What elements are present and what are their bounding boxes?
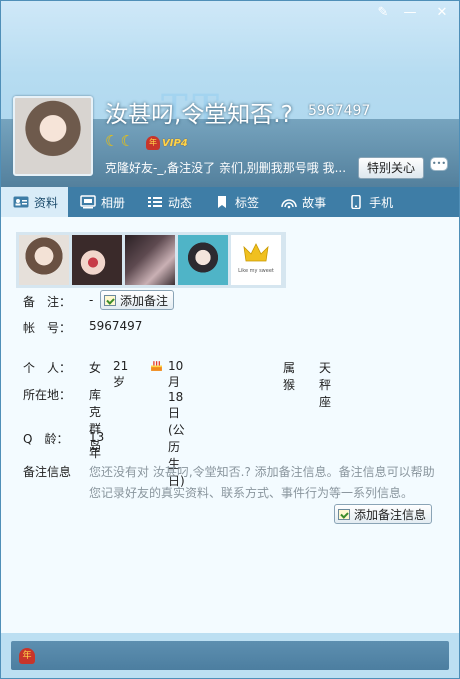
note-label: 备注信息	[23, 465, 72, 479]
personal-label: 个 人：	[23, 361, 72, 375]
qq-number: 5967497	[308, 103, 371, 119]
annual-vip-icon[interactable]: 年	[19, 648, 35, 664]
note-description: 您还没有对 汝甚叼,令堂知否.? 添加备注信息。备注信息可以帮助您记录好友的真实…	[89, 465, 435, 500]
tab-label: 相册	[101, 195, 126, 210]
footer-bar: 年	[11, 641, 449, 670]
bookmark-icon	[218, 196, 227, 208]
tab-bar: 资料 相册 动态 标签 故事 手机	[1, 187, 459, 217]
minimize-icon[interactable]: —	[399, 5, 421, 21]
signal-icon	[281, 199, 297, 209]
zodiac-value: 属猴	[283, 361, 296, 392]
photo-thumbnail[interactable]	[19, 235, 69, 285]
list-icon	[148, 197, 163, 207]
vip-badge[interactable]: 年 VIP4	[146, 135, 188, 151]
tab-label: 标签	[235, 195, 260, 210]
vip-flame-icon: 年	[146, 136, 160, 150]
add-note-info-button[interactable]: 添加备注信息	[334, 504, 433, 524]
special-care-button[interactable]: 特别关心	[358, 157, 424, 179]
qage-row: Q 龄： 13年	[23, 430, 104, 460]
signature: 克隆好友-_,备注没了 亲们,别删我那号哦 我...	[105, 161, 347, 175]
qage-value: 13年	[89, 430, 105, 460]
tab-label: 动态	[168, 195, 193, 210]
photo-strip: Like my sweet	[16, 232, 286, 288]
tab-story[interactable]: 故事	[269, 187, 336, 217]
location-label: 所在地：	[23, 388, 72, 402]
remark-value: -	[89, 293, 94, 307]
avatar[interactable]	[13, 96, 93, 176]
level-moon-icons[interactable]: ☾☾	[105, 132, 136, 150]
edit-note-icon	[338, 508, 350, 520]
tab-album[interactable]: 相册	[68, 187, 135, 217]
profile-card-icon	[13, 196, 29, 208]
account-value: 5967497	[89, 319, 143, 333]
tab-phone[interactable]: 手机	[336, 187, 403, 217]
photo-caption: Like my sweet	[238, 268, 274, 274]
tab-feed[interactable]: 动态	[135, 187, 202, 217]
account-row: 帐 号： 5967497	[23, 319, 142, 336]
edit-note-icon	[104, 294, 116, 306]
profile-header: TT ✎ — ✕ 汝甚叼,令堂知否.? 5967497 ☾☾ 年 VIP4 克隆…	[1, 1, 459, 187]
gender-value: 女	[89, 361, 102, 375]
constellation-value: 天秤座	[319, 361, 332, 409]
add-remark-label: 添加备注	[120, 293, 169, 308]
photo-thumbnail[interactable]	[72, 235, 122, 285]
footer: 年	[1, 633, 459, 678]
nickname: 汝甚叼,令堂知否.?	[105, 102, 293, 128]
add-note-info-label: 添加备注信息	[354, 507, 427, 522]
note-row: 备注信息	[23, 463, 87, 480]
remark-row: 备 注： -	[23, 293, 93, 310]
tab-profile[interactable]: 资料	[1, 187, 69, 217]
crown-icon	[243, 243, 269, 262]
chat-bubble-icon[interactable]: •••	[430, 157, 450, 175]
age-value: 21岁	[113, 359, 129, 389]
skin-icon[interactable]: ✎	[372, 5, 394, 21]
close-icon[interactable]: ✕	[431, 5, 453, 21]
tab-label: 资料	[34, 195, 59, 210]
album-icon	[80, 195, 96, 209]
remark-label: 备 注：	[23, 295, 72, 309]
qage-label: Q 龄：	[23, 432, 69, 446]
profile-content: Like my sweet 备 注： - 添加备注 帐 号： 5967497 个…	[1, 217, 459, 633]
profile-window: TT ✎ — ✕ 汝甚叼,令堂知否.? 5967497 ☾☾ 年 VIP4 克隆…	[0, 0, 460, 679]
photo-thumbnail[interactable]	[125, 235, 175, 285]
tab-label: 故事	[302, 195, 327, 210]
tab-label: 手机	[369, 195, 394, 210]
add-remark-button[interactable]: 添加备注	[100, 290, 175, 310]
photo-thumbnail[interactable]: Like my sweet	[231, 235, 281, 285]
birthday-cake-icon	[151, 361, 162, 371]
tab-tags[interactable]: 标签	[202, 187, 269, 217]
vip-level-label: VIP4	[162, 137, 188, 149]
account-label: 帐 号：	[23, 321, 72, 335]
photo-thumbnail[interactable]	[178, 235, 228, 285]
location-row: 所在地： 库克群岛	[23, 386, 101, 453]
personal-row: 个 人： 女 21岁 10月18日(公历生日) 属猴 天秤座	[23, 359, 331, 488]
phone-icon	[351, 195, 361, 209]
